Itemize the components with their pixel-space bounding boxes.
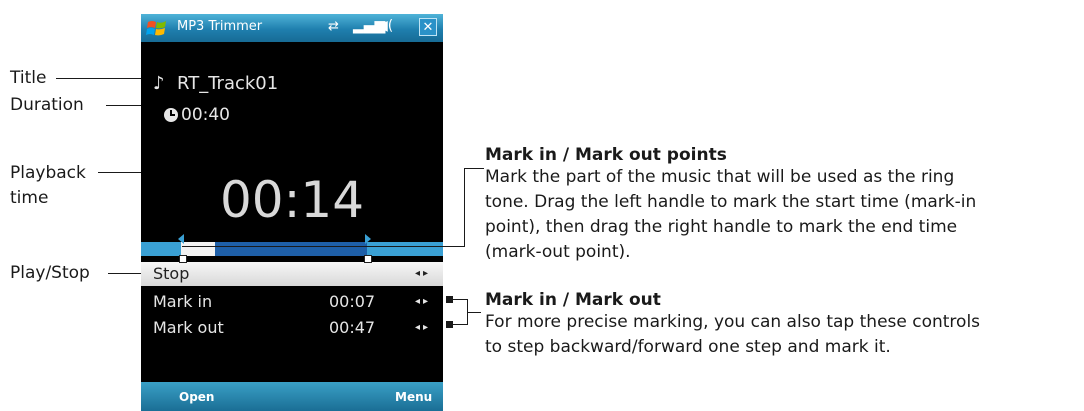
progress-played [181, 242, 215, 256]
mark-points-line: (mark-out point). [485, 242, 631, 262]
mark-points-line: point), then drag the right handle to ma… [485, 217, 958, 237]
mark-points-connector-v [464, 168, 465, 247]
mark-out-handle[interactable] [365, 234, 371, 244]
track-title: RT_Track01 [177, 73, 279, 94]
mark-out-point-dot [364, 255, 372, 263]
mark-in-point-dot [179, 255, 187, 263]
softkey-bar: Open Menu [141, 382, 443, 411]
callout-playback-line1: Playback [10, 163, 86, 183]
mark-in-stepper-icon[interactable]: ◂▸ [415, 296, 431, 307]
mark-stepper-title: Mark in / Mark out [485, 290, 661, 310]
mark-out-label: Mark out [153, 318, 224, 337]
mark-out-row[interactable]: Mark out 00:47 ◂▸ [141, 316, 443, 340]
mark-points-connector [182, 246, 464, 247]
sync-icon: ⇄ [328, 19, 339, 34]
mark-points-line: Mark the part of the music that will be … [485, 167, 955, 187]
callout-title: Title [10, 68, 47, 88]
stepper-connector-h [467, 312, 481, 313]
mark-points-title: Mark in / Mark out points [485, 145, 727, 165]
windows-start-icon[interactable] [146, 18, 168, 38]
mark-stepper-description: Mark in / Mark out For more precise mark… [485, 290, 1075, 360]
mark-in-time: 00:07 [329, 292, 376, 311]
app-title: MP3 Trimmer [177, 19, 263, 34]
menu-softkey[interactable]: Menu [395, 390, 432, 404]
stepper-connector [452, 299, 468, 300]
track-duration: 00:40 [181, 105, 230, 125]
playback-time: 00:14 [219, 171, 365, 229]
stop-button[interactable]: Stop ◂▸ [141, 262, 443, 286]
mark-stepper-line: For more precise marking, you can also t… [485, 312, 981, 332]
mark-points-connector-h [464, 168, 484, 169]
mark-in-handle[interactable] [178, 234, 184, 244]
phone-screen: MP3 Trimmer ⇄ ▂▄▆ ◀( ✕ ♪ RT_Track01 00:4… [141, 14, 443, 411]
clock-icon [164, 108, 178, 122]
mark-out-stepper-icon[interactable]: ◂▸ [415, 322, 431, 333]
mark-in-row[interactable]: Mark in 00:07 ◂▸ [141, 290, 443, 314]
stepper-connector [452, 324, 468, 325]
mark-points-description: Mark in / Mark out points Mark the part … [485, 145, 1075, 265]
close-button[interactable]: ✕ [419, 18, 437, 36]
stop-label: Stop [153, 264, 190, 283]
mark-stepper-line: to step backward/forward one step and ma… [485, 337, 891, 357]
callout-title-line [56, 78, 152, 79]
mark-points-line: tone. Drag the left handle to mark the s… [485, 192, 977, 212]
volume-icon[interactable]: ◀( [377, 18, 393, 34]
title-bar: MP3 Trimmer ⇄ ▂▄▆ ◀( ✕ [141, 14, 443, 42]
mark-out-time: 00:47 [329, 318, 376, 337]
mark-in-label: Mark in [153, 292, 213, 311]
callout-duration: Duration [10, 95, 84, 115]
callout-playback-line2: time [10, 188, 49, 208]
open-softkey[interactable]: Open [179, 390, 214, 404]
left-right-arrows-icon[interactable]: ◂▸ [415, 268, 431, 279]
mark-range [215, 242, 367, 256]
callout-play-stop: Play/Stop [10, 263, 90, 283]
music-note-icon: ♪ [153, 73, 165, 94]
